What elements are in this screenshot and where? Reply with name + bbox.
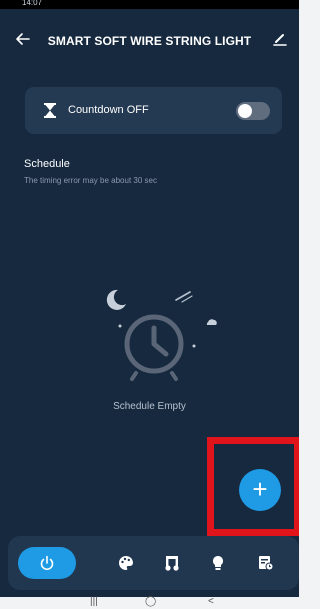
system-nav-bar: ||| ◯ <	[0, 597, 299, 609]
tab-scene[interactable]	[196, 536, 240, 590]
empty-clock-icon	[96, 282, 220, 382]
home-nav-icon[interactable]: ◯	[145, 597, 156, 607]
tab-schedule[interactable]	[244, 536, 288, 590]
edit-icon[interactable]	[271, 30, 289, 48]
bottom-tab-bar	[8, 536, 299, 590]
schedule-empty-text: Schedule Empty	[113, 401, 186, 412]
tab-color[interactable]	[104, 536, 148, 590]
back-arrow-icon[interactable]	[14, 30, 32, 48]
hourglass-icon	[44, 103, 56, 118]
toggle-knob	[238, 104, 252, 118]
app-screen: 14:07 SMART SOFT WIRE STRING LIGHT Count…	[0, 0, 299, 597]
status-time: 14:07	[22, 0, 43, 7]
countdown-card: Countdown OFF	[25, 87, 282, 134]
app-header: SMART SOFT WIRE STRING LIGHT	[0, 24, 299, 58]
recents-nav-icon[interactable]: |||	[90, 597, 98, 607]
back-nav-icon[interactable]: <	[208, 597, 214, 607]
schedule-heading: Schedule	[24, 158, 70, 170]
highlight-box	[207, 437, 299, 536]
status-bar: 14:07	[0, 0, 299, 9]
countdown-toggle[interactable]	[236, 102, 270, 120]
tab-power[interactable]	[18, 547, 76, 579]
tab-music[interactable]	[150, 536, 194, 590]
schedule-subtitle: The timing error may be about 30 sec	[24, 176, 157, 185]
page-title: SMART SOFT WIRE STRING LIGHT	[47, 34, 252, 48]
countdown-label: Countdown OFF	[68, 104, 149, 116]
